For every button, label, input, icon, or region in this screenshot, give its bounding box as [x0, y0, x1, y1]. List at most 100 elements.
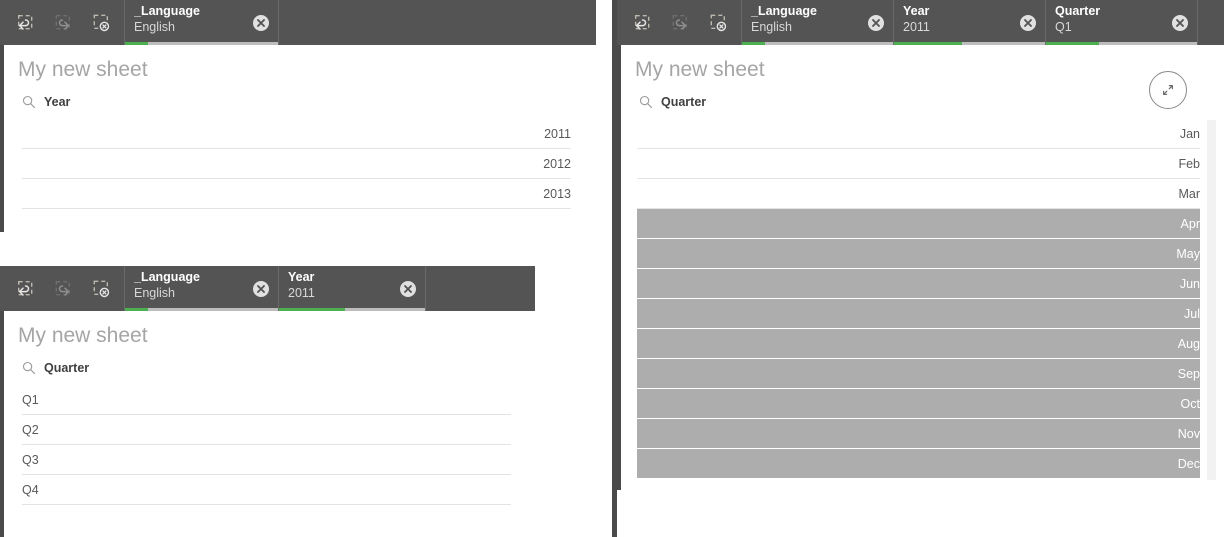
listbox-row[interactable]: Q4: [22, 475, 511, 505]
clear-all-selections-button[interactable]: [699, 4, 737, 42]
app-root: _Language English My new sheet Year 2011…: [0, 0, 1224, 537]
listbox-row[interactable]: Sep: [637, 359, 1200, 389]
listbox-row[interactable]: Mar: [637, 179, 1200, 209]
listbox-title: Quarter: [44, 361, 90, 375]
selection-toolbar: _Language English Year 2011: [617, 0, 1224, 45]
listbox-row-value: Aug: [1177, 336, 1200, 351]
chip-clear-icon[interactable]: [399, 280, 417, 298]
listbox-row[interactable]: Jun: [637, 269, 1200, 299]
clear-selections-icon: [710, 14, 727, 31]
close-circle-icon: [1172, 14, 1188, 31]
step-forward-icon: [55, 280, 71, 296]
listbox-row[interactable]: Jul: [637, 299, 1200, 329]
listbox-title: Quarter: [661, 95, 707, 109]
chip-field-name: Year: [903, 4, 930, 18]
panel-month: _Language English Year 2011 Quarter Q1 M…: [617, 0, 1224, 490]
listbox-row[interactable]: Q3: [22, 445, 511, 475]
step-forward-icon: [672, 14, 688, 30]
listbox-row-value: Sep: [1177, 366, 1200, 381]
listbox-rows: Jan Feb Mar Apr May Jun Jul Aug Sep Oct …: [637, 119, 1200, 479]
listbox-header[interactable]: Year: [4, 83, 596, 113]
listbox-row-value: 2013: [543, 186, 571, 201]
listbox-row[interactable]: Jan: [637, 119, 1200, 149]
selection-actions: [0, 266, 124, 311]
chip-field-name: Quarter: [1055, 4, 1101, 18]
chip-clear-icon[interactable]: [252, 280, 270, 298]
chip-clear-icon[interactable]: [1019, 14, 1037, 32]
search-icon: [22, 95, 36, 109]
step-forward-button[interactable]: [44, 4, 82, 42]
sheet-title: My new sheet: [18, 58, 148, 81]
listbox-row[interactable]: Nov: [637, 419, 1200, 449]
selection-chips: _Language English: [124, 0, 596, 45]
vertical-scrollbar[interactable]: [1207, 120, 1216, 480]
step-back-button[interactable]: [6, 4, 44, 42]
listbox-row-value: Q4: [22, 482, 39, 497]
chip-field-value: 2011: [903, 20, 930, 34]
toolbar-empty-space: [1197, 0, 1224, 45]
listbox-row[interactable]: Q1: [22, 385, 511, 415]
listbox-row[interactable]: Q2: [22, 415, 511, 445]
listbox-row[interactable]: Apr: [637, 209, 1200, 239]
listbox-row-value: Q1: [22, 392, 39, 407]
selection-chips: _Language English Year 2011: [741, 0, 1224, 45]
expand-button[interactable]: [1149, 71, 1187, 109]
search-icon: [639, 95, 653, 109]
listbox-row[interactable]: Dec: [637, 449, 1200, 479]
sheet-title: My new sheet: [635, 58, 765, 81]
listbox-row[interactable]: 2012: [22, 149, 571, 179]
sheet-body: My new sheet Quarter Jan Feb Mar Apr May…: [617, 45, 1224, 490]
step-back-icon: [634, 14, 650, 30]
toolbar-empty-space: [278, 0, 596, 45]
listbox-title: Year: [44, 95, 71, 109]
listbox-row-value: Oct: [1180, 396, 1200, 411]
chip-field-value: English: [134, 20, 175, 34]
listbox-rows: 2011 2012 2013: [22, 119, 571, 209]
listbox-row-value: Jan: [1179, 126, 1200, 141]
listbox-row[interactable]: Aug: [637, 329, 1200, 359]
selection-chip[interactable]: _Language English: [124, 266, 279, 311]
listbox-row[interactable]: 2013: [22, 179, 571, 209]
listbox-row[interactable]: Oct: [637, 389, 1200, 419]
listbox-row-value: May: [1176, 246, 1200, 261]
close-circle-icon: [253, 280, 269, 297]
listbox-row[interactable]: May: [637, 239, 1200, 269]
chip-field-value: English: [751, 20, 792, 34]
search-icon: [22, 361, 36, 375]
listbox-row-value: Jun: [1179, 276, 1200, 291]
listbox-row-value: Q2: [22, 422, 39, 437]
listbox-header[interactable]: Quarter: [4, 349, 535, 379]
listbox-row[interactable]: Feb: [637, 149, 1200, 179]
step-back-button[interactable]: [6, 270, 44, 308]
close-circle-icon: [253, 14, 269, 31]
step-forward-button[interactable]: [661, 4, 699, 42]
listbox-row-value: Feb: [1178, 156, 1200, 171]
selection-actions: [617, 0, 741, 45]
listbox-header[interactable]: Quarter: [621, 83, 1224, 113]
selection-chip[interactable]: Year 2011: [278, 266, 426, 311]
listbox-rows: Q1 Q2 Q3 Q4: [22, 385, 511, 505]
clear-selections-icon: [93, 280, 110, 297]
listbox-row-value: 2011: [544, 126, 571, 141]
chip-field-name: _Language: [134, 4, 200, 18]
step-back-button[interactable]: [623, 4, 661, 42]
step-forward-icon: [55, 14, 71, 30]
chip-clear-icon[interactable]: [252, 14, 270, 32]
step-back-icon: [17, 14, 33, 30]
clear-selections-icon: [93, 14, 110, 31]
panel-quarter: _Language English Year 2011 My new sheet…: [0, 266, 535, 537]
selection-chip[interactable]: Quarter Q1: [1045, 0, 1198, 45]
chip-field-value: 2011: [288, 286, 315, 300]
chip-clear-icon[interactable]: [1171, 14, 1189, 32]
listbox-row[interactable]: 2011: [22, 119, 571, 149]
listbox-row-value: Apr: [1180, 216, 1200, 231]
panel-year: _Language English My new sheet Year 2011…: [0, 0, 596, 232]
clear-all-selections-button[interactable]: [82, 4, 120, 42]
chip-clear-icon[interactable]: [867, 14, 885, 32]
chip-field-value: English: [134, 286, 175, 300]
selection-chip[interactable]: _Language English: [741, 0, 894, 45]
step-forward-button[interactable]: [44, 270, 82, 308]
selection-chip[interactable]: _Language English: [124, 0, 279, 45]
clear-all-selections-button[interactable]: [82, 270, 120, 308]
selection-chip[interactable]: Year 2011: [893, 0, 1046, 45]
